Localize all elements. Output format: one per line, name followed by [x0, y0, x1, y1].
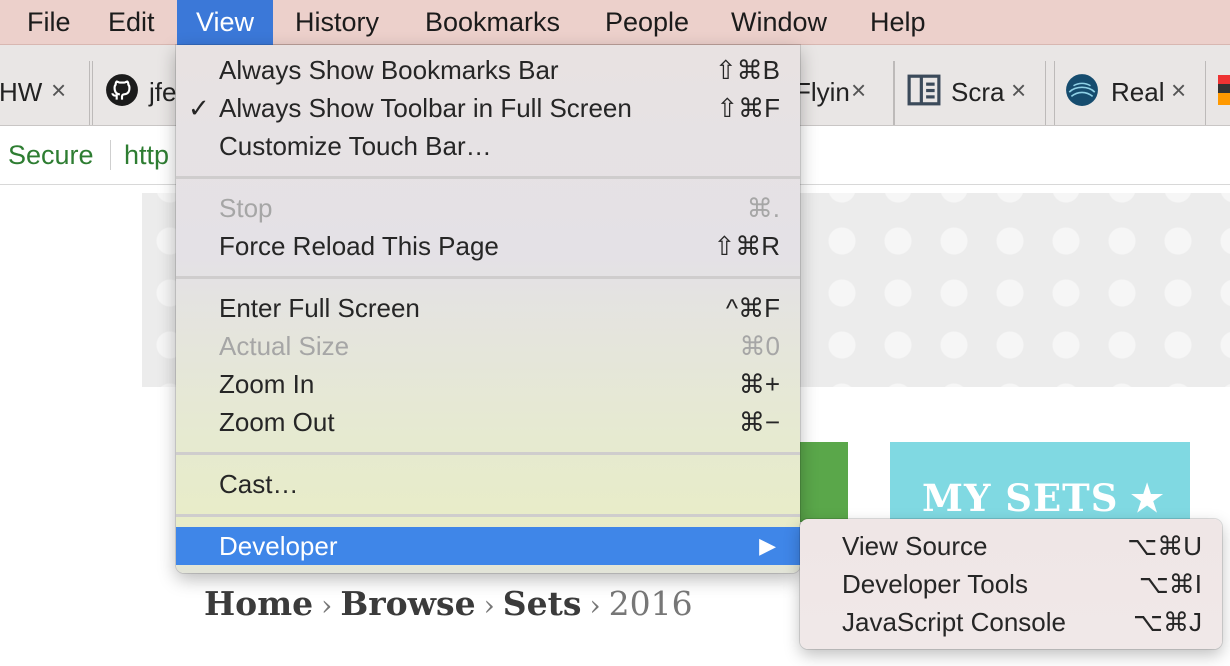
menu-item-shortcut: ⇧⌘B — [714, 55, 780, 85]
menu-item-shortcut: ^⌘F — [725, 293, 780, 323]
menu-edit[interactable]: Edit — [89, 0, 174, 45]
menu-item-always-show-bookmarks-bar[interactable]: Always Show Bookmarks Bar ⇧⌘B — [176, 51, 800, 89]
tab-title: Flyin — [795, 77, 850, 107]
tab-jfe[interactable]: jfe — [92, 61, 180, 125]
menu-item-label: Developer — [219, 531, 338, 561]
tab-title: jfe — [149, 77, 177, 107]
menu-help[interactable]: Help — [851, 0, 945, 45]
tab-title: Scra — [951, 77, 1005, 107]
menu-item-zoom-in[interactable]: Zoom In ⌘+ — [176, 365, 800, 403]
tab-close-icon[interactable]: × — [851, 75, 866, 106]
breadcrumb-separator: › — [321, 589, 333, 622]
url-text[interactable]: http — [124, 140, 169, 171]
breadcrumb-home[interactable]: Home — [204, 584, 313, 623]
tab-close-icon[interactable]: × — [1011, 75, 1026, 106]
menu-item-view-source[interactable]: View Source ⌥⌘U — [800, 527, 1222, 565]
menu-item-customize-touch-bar[interactable]: Customize Touch Bar… — [176, 127, 800, 165]
menu-item-shortcut: ⌘+ — [738, 369, 780, 399]
tab-hw[interactable]: HW × — [0, 61, 90, 125]
tab-title: Real — [1111, 77, 1165, 107]
menu-history[interactable]: History — [276, 0, 398, 45]
menu-item-label: Enter Full Screen — [219, 293, 420, 323]
menu-separator — [176, 452, 800, 455]
green-button[interactable] — [798, 442, 848, 522]
address-divider — [110, 140, 111, 170]
tab-real[interactable]: Real × — [1054, 61, 1206, 125]
globe-icon — [1066, 74, 1098, 106]
menu-item-label: Customize Touch Bar… — [219, 131, 492, 161]
menu-item-actual-size: Actual Size ⌘0 — [176, 327, 800, 365]
menu-item-cast[interactable]: Cast… — [176, 465, 800, 503]
secure-label[interactable]: Secure — [8, 140, 94, 171]
my-sets-text: MY SETS — [922, 476, 1119, 520]
menu-item-shortcut: ⌥⌘U — [1127, 531, 1202, 561]
menu-item-label: JavaScript Console — [842, 607, 1066, 637]
github-icon — [106, 74, 138, 106]
menu-item-zoom-out[interactable]: Zoom Out ⌘− — [176, 403, 800, 441]
menu-item-shortcut: ⇧⌘F — [716, 93, 780, 123]
menu-item-label: Zoom In — [219, 369, 315, 399]
my-sets-label: MY SETS ★ — [922, 476, 1165, 520]
menu-item-stop: Stop ⌘. — [176, 189, 800, 227]
menu-people[interactable]: People — [586, 0, 708, 45]
menu-item-label: Always Show Toolbar in Full Screen — [219, 93, 632, 123]
breadcrumb-sets[interactable]: Sets — [503, 584, 582, 623]
breadcrumb-browse[interactable]: Browse — [340, 584, 475, 623]
menu-bookmarks[interactable]: Bookmarks — [406, 0, 579, 45]
menu-item-label: Cast… — [219, 469, 299, 499]
menu-item-label: View Source — [842, 531, 988, 561]
menu-item-label: Developer Tools — [842, 569, 1028, 599]
tab-close-icon[interactable]: × — [51, 75, 66, 106]
menu-item-developer[interactable]: Developer ▶ — [176, 527, 800, 565]
breadcrumb-separator: › — [483, 589, 495, 622]
submenu-arrow-icon: ▶ — [759, 533, 776, 558]
breadcrumb: Home › Browse › Sets › 2016 — [204, 584, 693, 623]
menu-item-shortcut: ⌘0 — [739, 331, 780, 361]
menu-separator — [176, 276, 800, 279]
menu-item-always-show-toolbar-full-screen[interactable]: ✓ Always Show Toolbar in Full Screen ⇧⌘F — [176, 89, 800, 127]
menu-item-shortcut: ⌥⌘I — [1138, 569, 1202, 599]
breadcrumb-current: 2016 — [608, 584, 693, 623]
menu-item-developer-tools[interactable]: Developer Tools ⌥⌘I — [800, 565, 1222, 603]
checkmark-icon: ✓ — [188, 93, 210, 123]
menu-view[interactable]: View — [177, 0, 274, 45]
menu-item-force-reload[interactable]: Force Reload This Page ⇧⌘R — [176, 227, 800, 265]
menu-item-shortcut: ⌘. — [746, 193, 780, 223]
menu-separator — [176, 176, 800, 179]
menu-item-label: Actual Size — [219, 331, 350, 361]
menu-window[interactable]: Window — [712, 0, 846, 45]
tab-title: HW — [0, 77, 43, 107]
menu-file[interactable]: File — [8, 0, 90, 45]
my-sets-button[interactable]: MY SETS ★ — [890, 442, 1190, 522]
menu-bar: File Edit View History Bookmarks People … — [0, 0, 1230, 45]
menu-item-label: Force Reload This Page — [219, 231, 499, 261]
tab-close-icon[interactable]: × — [1171, 75, 1186, 106]
star-icon: ★ — [1130, 476, 1165, 520]
menu-separator — [176, 514, 800, 517]
menu-item-shortcut: ⌘− — [738, 407, 780, 437]
view-menu-dropdown: Always Show Bookmarks Bar ⇧⌘B ✓ Always S… — [176, 45, 800, 573]
menu-item-shortcut: ⌥⌘J — [1133, 607, 1202, 637]
menu-item-javascript-console[interactable]: JavaScript Console ⌥⌘J — [800, 603, 1222, 641]
menu-item-label: Always Show Bookmarks Bar — [219, 55, 559, 85]
partial-tab-favicon[interactable] — [1218, 75, 1230, 105]
menu-item-shortcut: ⇧⌘R — [713, 231, 780, 261]
breadcrumb-separator: › — [589, 589, 601, 622]
menu-item-label: Zoom Out — [219, 407, 335, 437]
tab-flyin[interactable]: Flyin × — [795, 61, 894, 125]
book-icon — [907, 74, 941, 106]
tab-scra[interactable]: Scra × — [894, 61, 1046, 125]
developer-submenu: View Source ⌥⌘U Developer Tools ⌥⌘I Java… — [800, 519, 1222, 649]
menu-item-label: Stop — [219, 193, 273, 223]
menu-item-enter-full-screen[interactable]: Enter Full Screen ^⌘F — [176, 289, 800, 327]
